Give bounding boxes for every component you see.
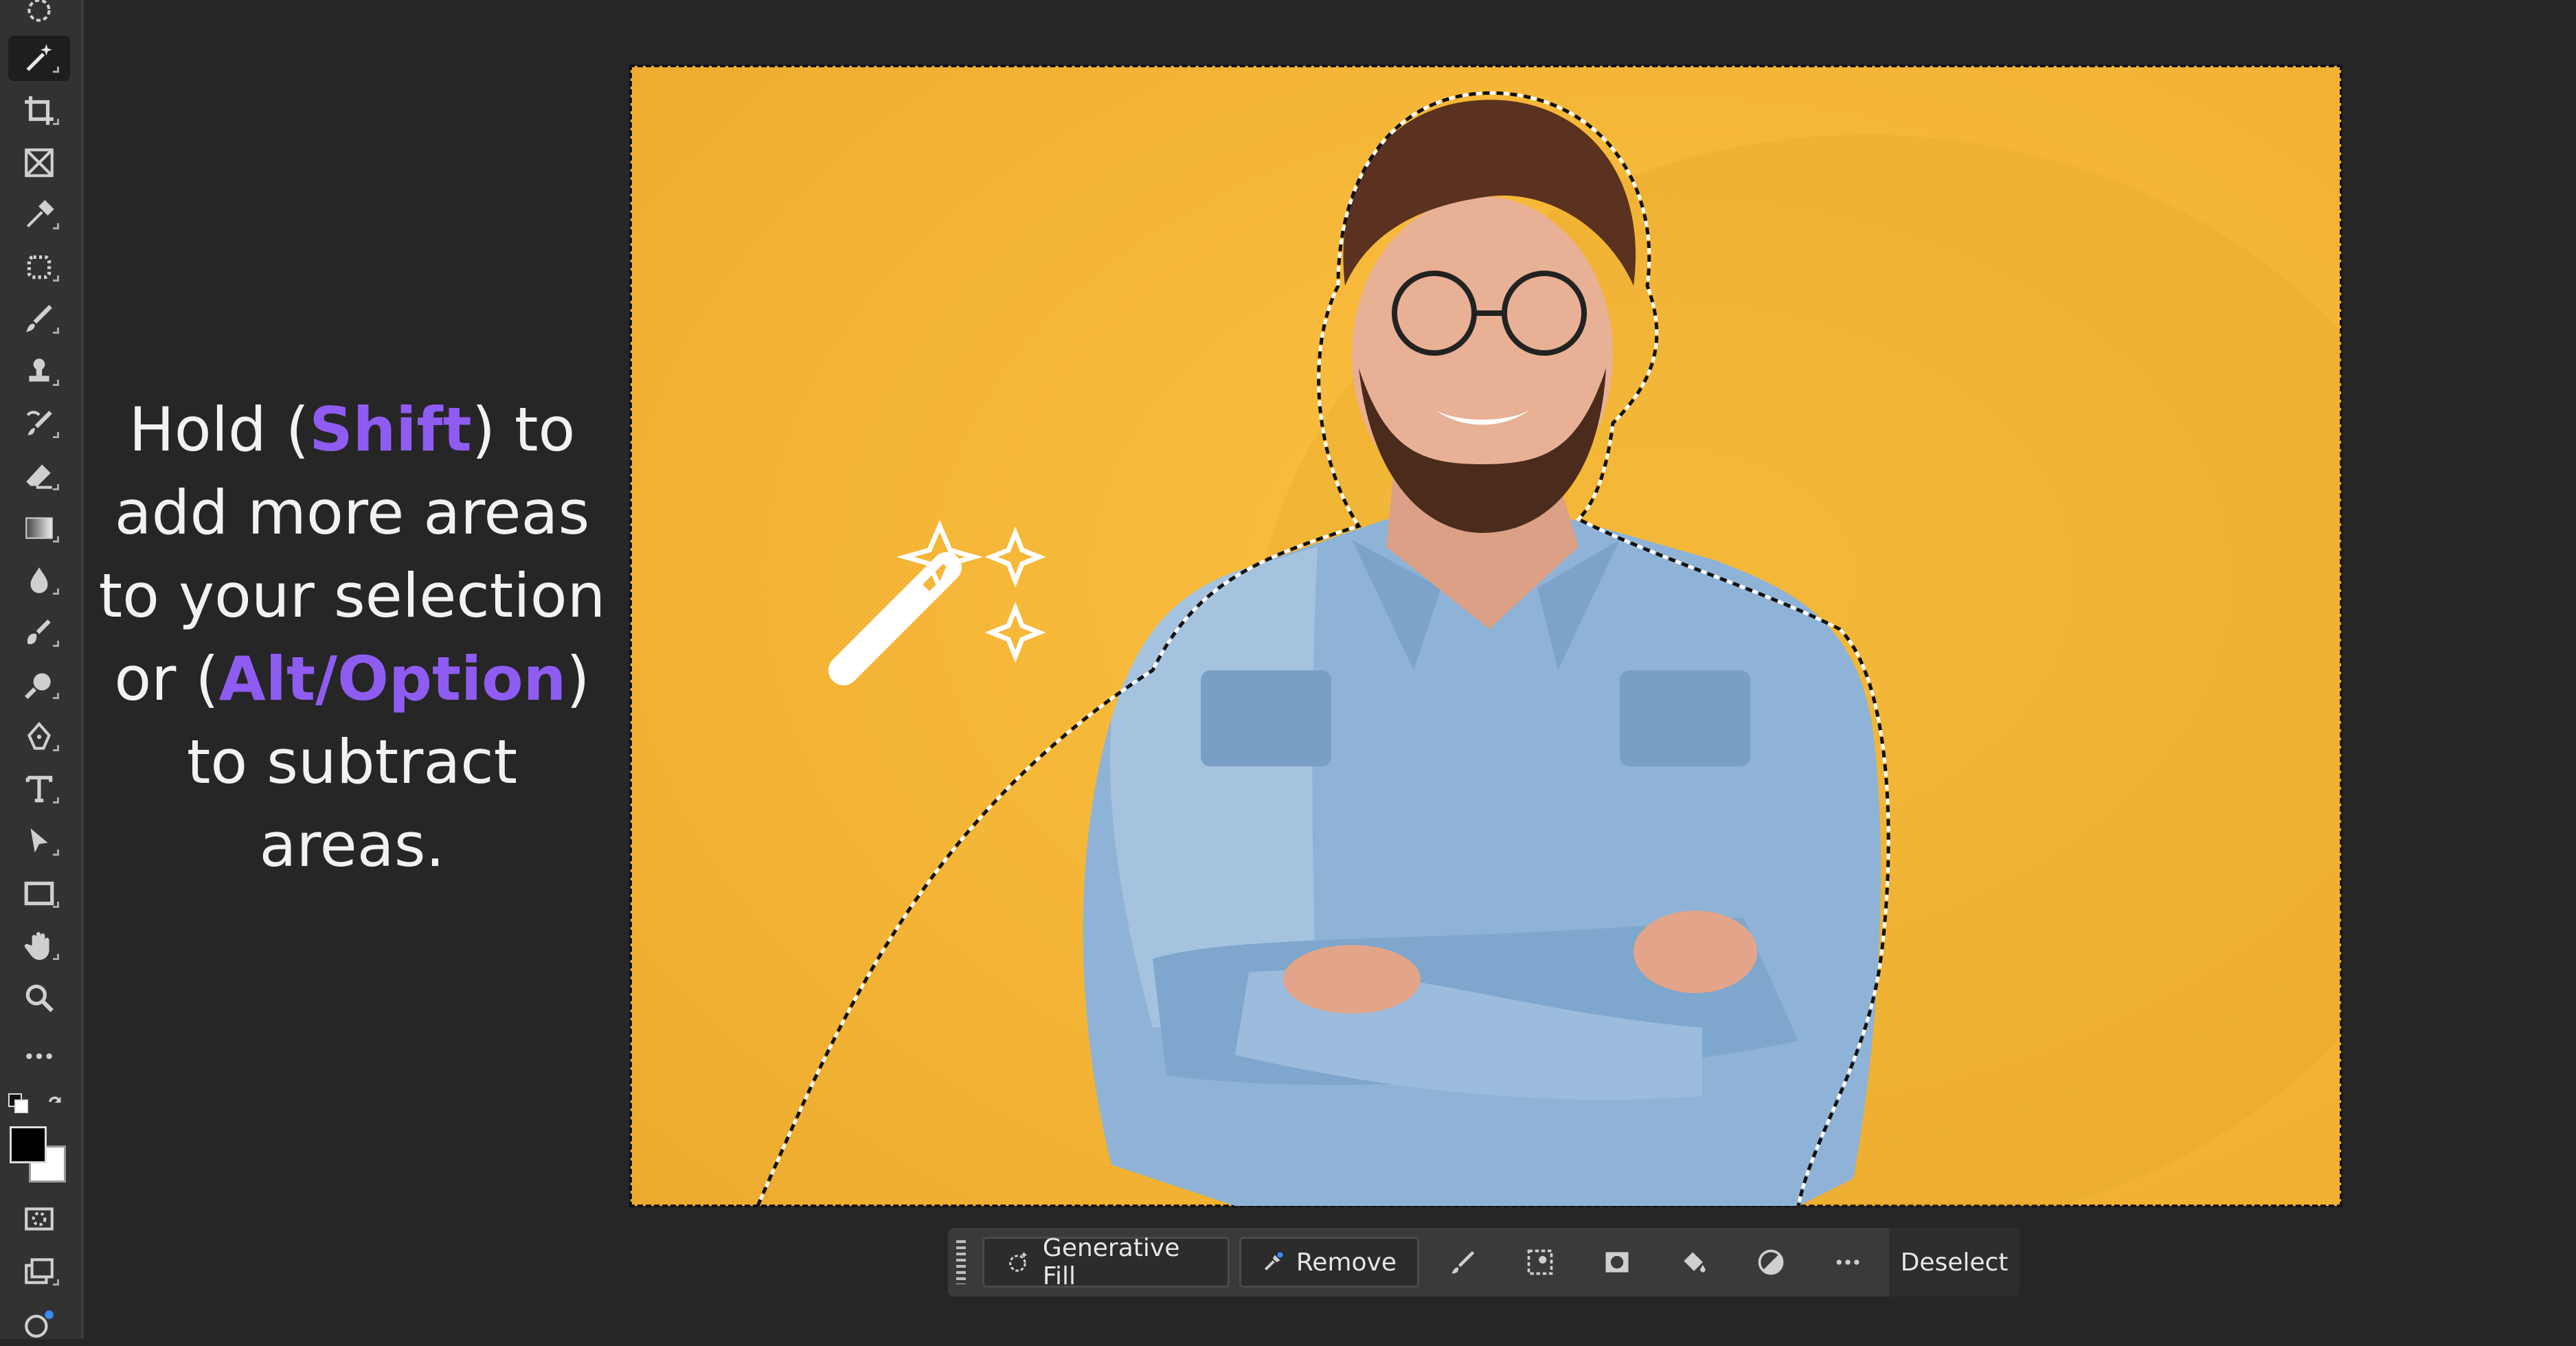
remove-button[interactable]: Remove bbox=[1239, 1237, 1419, 1288]
photo-illustration bbox=[756, 91, 2341, 1206]
zoom-tool[interactable] bbox=[8, 975, 70, 1020]
share-tool[interactable] bbox=[8, 1301, 70, 1346]
frame-icon bbox=[25, 148, 54, 177]
quick-mask-icon bbox=[25, 1207, 54, 1231]
drag-handle[interactable] bbox=[956, 1240, 966, 1284]
dodge-icon bbox=[25, 673, 51, 699]
screen-mode-tool[interactable] bbox=[8, 1248, 70, 1294]
type-icon bbox=[25, 775, 53, 803]
paint-bucket-icon bbox=[1684, 1252, 1706, 1273]
magic-wand-icon bbox=[26, 44, 52, 71]
deselect-label: Deselect bbox=[1900, 1248, 2009, 1277]
instruction-text: Hold (Shift) to add more areas to your s… bbox=[89, 388, 615, 887]
instruction-hold: Hold ( bbox=[128, 394, 310, 465]
gradient-tool[interactable] bbox=[8, 505, 70, 551]
document-canvas[interactable] bbox=[629, 65, 2342, 1207]
smudge-tool[interactable] bbox=[8, 610, 70, 655]
rectangle-tool[interactable] bbox=[8, 871, 70, 916]
crop-tool[interactable] bbox=[8, 88, 70, 133]
rectangle-icon bbox=[24, 881, 54, 906]
generative-fill-icon bbox=[1009, 1251, 1028, 1272]
select-subject-icon bbox=[1527, 1249, 1553, 1275]
zoom-icon bbox=[25, 984, 54, 1012]
select-subject-button[interactable] bbox=[1519, 1242, 1561, 1283]
eyedropper-icon bbox=[26, 200, 54, 228]
swap-colors-icon[interactable] bbox=[45, 1093, 66, 1114]
gradient-icon bbox=[25, 517, 53, 539]
history-brush-tool[interactable] bbox=[8, 401, 70, 446]
magic-wand-illustration-icon bbox=[828, 520, 1046, 685]
share-icon bbox=[25, 1310, 54, 1338]
brush-selection-icon bbox=[1451, 1251, 1475, 1274]
dodge-tool[interactable] bbox=[8, 662, 70, 707]
clone-stamp-tool[interactable] bbox=[8, 349, 70, 394]
blur-tool[interactable] bbox=[8, 558, 70, 603]
eraser-tool[interactable] bbox=[8, 453, 70, 499]
tools-panel bbox=[0, 0, 84, 1339]
object-selection-tool[interactable] bbox=[8, 0, 70, 33]
more-options-button[interactable] bbox=[1827, 1242, 1868, 1283]
create-mask-button[interactable] bbox=[1596, 1242, 1638, 1283]
path-selection-icon bbox=[30, 828, 48, 853]
remove-tool-icon bbox=[1264, 1252, 1283, 1271]
mask-icon bbox=[1605, 1252, 1629, 1273]
adjustment-icon bbox=[1758, 1249, 1784, 1275]
brush-tool[interactable] bbox=[8, 297, 70, 342]
frame-tool[interactable] bbox=[8, 140, 70, 185]
alt-option-key-label: Alt/Option bbox=[218, 643, 567, 714]
eyedropper-tool[interactable] bbox=[8, 192, 70, 238]
healing-brush-icon bbox=[27, 255, 52, 280]
more-tools-icon bbox=[26, 1053, 52, 1060]
foreground-color-swatch[interactable] bbox=[10, 1126, 47, 1163]
modify-selection-button[interactable] bbox=[1443, 1242, 1484, 1283]
healing-brush-tool[interactable] bbox=[8, 244, 70, 290]
eraser-icon bbox=[26, 464, 52, 489]
more-options-icon bbox=[1836, 1259, 1860, 1265]
more-tools[interactable] bbox=[8, 1034, 70, 1079]
screen-mode-icon bbox=[25, 1258, 54, 1284]
generative-fill-button[interactable]: Generative Fill bbox=[982, 1234, 1230, 1290]
default-colors-icon[interactable] bbox=[8, 1093, 29, 1114]
fill-selection-button[interactable] bbox=[1673, 1242, 1715, 1283]
hand-icon bbox=[24, 932, 49, 960]
crop-icon bbox=[25, 96, 54, 125]
remove-label: Remove bbox=[1296, 1248, 1397, 1277]
hand-tool[interactable] bbox=[8, 923, 70, 968]
magic-wand-tool[interactable] bbox=[8, 36, 70, 81]
object-selection-icon bbox=[27, 0, 51, 22]
generative-fill-label: Generative Fill bbox=[1042, 1234, 1180, 1290]
brush-icon bbox=[26, 305, 52, 332]
adjustment-layer-button[interactable] bbox=[1750, 1242, 1792, 1283]
pen-icon bbox=[27, 722, 52, 750]
clone-stamp-icon bbox=[29, 358, 49, 382]
deselect-button[interactable]: Deselect bbox=[1889, 1228, 2020, 1297]
shift-key-label: Shift bbox=[309, 394, 472, 465]
smudge-icon bbox=[27, 619, 51, 645]
blur-icon bbox=[30, 567, 48, 593]
contextual-task-bar: Generative Fill Remove Deselect bbox=[948, 1228, 2020, 1297]
path-selection-tool[interactable] bbox=[8, 819, 70, 864]
type-tool[interactable] bbox=[8, 766, 70, 812]
quick-mask-tool[interactable] bbox=[8, 1196, 70, 1242]
pen-tool[interactable] bbox=[8, 714, 70, 760]
history-brush-icon bbox=[26, 411, 52, 435]
